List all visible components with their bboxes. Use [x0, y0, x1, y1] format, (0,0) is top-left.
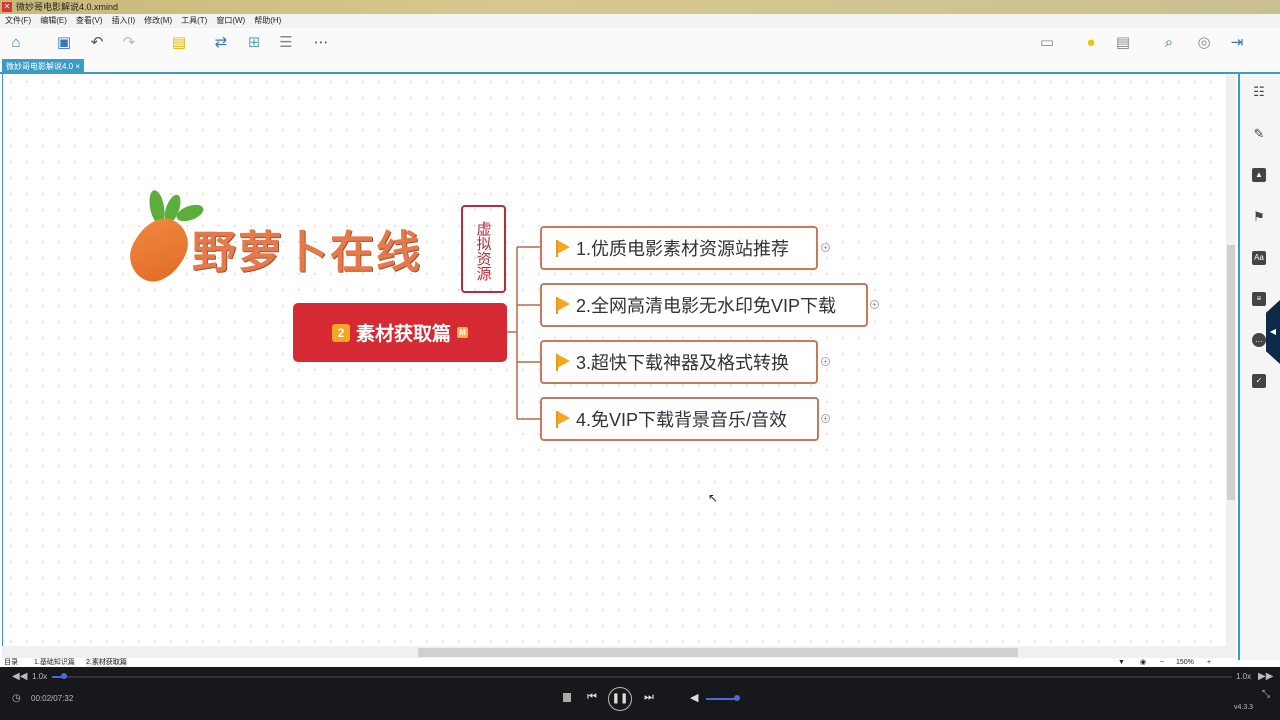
- eye-icon[interactable]: ◉: [1140, 658, 1146, 667]
- volume-icon[interactable]: ◀: [690, 691, 698, 704]
- progress-handle[interactable]: [61, 673, 67, 679]
- priority-badge: 2: [331, 323, 350, 342]
- sheet-tab[interactable]: 目录: [4, 658, 18, 667]
- pause-button[interactable]: ❚❚: [608, 687, 632, 711]
- next-button[interactable]: ⏭: [644, 691, 654, 704]
- speed-right: 1.0x: [1236, 672, 1252, 681]
- zoom-in-icon[interactable]: +: [1207, 658, 1211, 667]
- clock-icon: ◷: [12, 693, 21, 704]
- topic-label: 2.全网高清电影无水印免VIP下载: [576, 296, 837, 316]
- topic-1[interactable]: 1.优质电影素材资源站推荐: [540, 226, 818, 270]
- flag-icon: [556, 240, 570, 257]
- expand-icon[interactable]: +: [870, 300, 879, 309]
- text-style-icon[interactable]: Aa: [1252, 251, 1266, 265]
- stop-button[interactable]: [563, 693, 571, 702]
- sheet-tab-active[interactable]: 2.素材获取篇: [86, 658, 127, 667]
- topic-4[interactable]: 4.免VIP下载背景音乐/音效: [540, 397, 819, 441]
- progress-bar[interactable]: [52, 676, 1232, 678]
- format-brush-icon[interactable]: ✎: [1252, 127, 1266, 141]
- topic-label: 3.超快下载神器及格式转换: [576, 353, 790, 373]
- topic-label: 1.优质电影素材资源站推荐: [576, 239, 790, 259]
- task-icon[interactable]: ✓: [1252, 374, 1266, 388]
- image-icon[interactable]: ▲: [1252, 168, 1266, 182]
- sheet-tab[interactable]: 1.基础知识篇: [34, 658, 75, 667]
- central-topic[interactable]: 2 素材获取篇 M: [293, 303, 507, 362]
- speed-left: 1.0x: [32, 672, 48, 681]
- comments-icon[interactable]: …: [1252, 333, 1266, 347]
- outline-icon[interactable]: ☷: [1252, 85, 1266, 99]
- flag-icon: [556, 411, 570, 428]
- volume-handle[interactable]: [734, 695, 740, 701]
- filter-icon[interactable]: ▼: [1118, 658, 1125, 667]
- vertical-scroll-thumb[interactable]: [1227, 245, 1235, 500]
- flag-icon: [556, 354, 570, 371]
- sheet-tabs: 目录 1.基础知识篇 2.素材获取篇 ▼ ◉ − 150% +: [0, 658, 1238, 667]
- expand-icon[interactable]: +: [821, 243, 830, 252]
- expand-icon[interactable]: +: [821, 357, 830, 366]
- marker-flag-icon[interactable]: ⚑: [1252, 210, 1266, 224]
- video-player-bar: ◀◀ 1.0x 1.0x ▶▶ ◷ 00:02/07:32 ⏮ ❚❚ ⏭ ◀ v…: [0, 667, 1280, 720]
- expand-icon[interactable]: +: [821, 414, 830, 423]
- fullscreen-icon[interactable]: ⤡: [1262, 689, 1270, 700]
- previous-button[interactable]: ⏮: [587, 691, 597, 704]
- speed-up-icon[interactable]: ▶▶: [1258, 671, 1273, 682]
- topic-2[interactable]: 2.全网高清电影无水印免VIP下载: [540, 283, 868, 327]
- time-display: 00:02/07:32: [31, 694, 74, 703]
- notes-icon[interactable]: ≡: [1252, 292, 1266, 306]
- version-label: v4.3.3: [1234, 704, 1254, 711]
- zoom-out-icon[interactable]: −: [1160, 658, 1164, 667]
- mouse-cursor-icon: ↖: [708, 491, 719, 505]
- horizontal-scroll-thumb[interactable]: [418, 648, 1018, 657]
- slow-down-icon[interactable]: ◀◀: [12, 671, 27, 682]
- topic-3[interactable]: 3.超快下载神器及格式转换: [540, 340, 818, 384]
- topic-label: 4.免VIP下载背景音乐/音效: [576, 410, 788, 430]
- right-sidebar: [1238, 74, 1280, 660]
- marker-icon: M: [457, 327, 468, 338]
- zoom-level: 150%: [1176, 659, 1194, 666]
- central-topic-label: 素材获取篇: [355, 324, 451, 345]
- flag-icon: [556, 297, 570, 314]
